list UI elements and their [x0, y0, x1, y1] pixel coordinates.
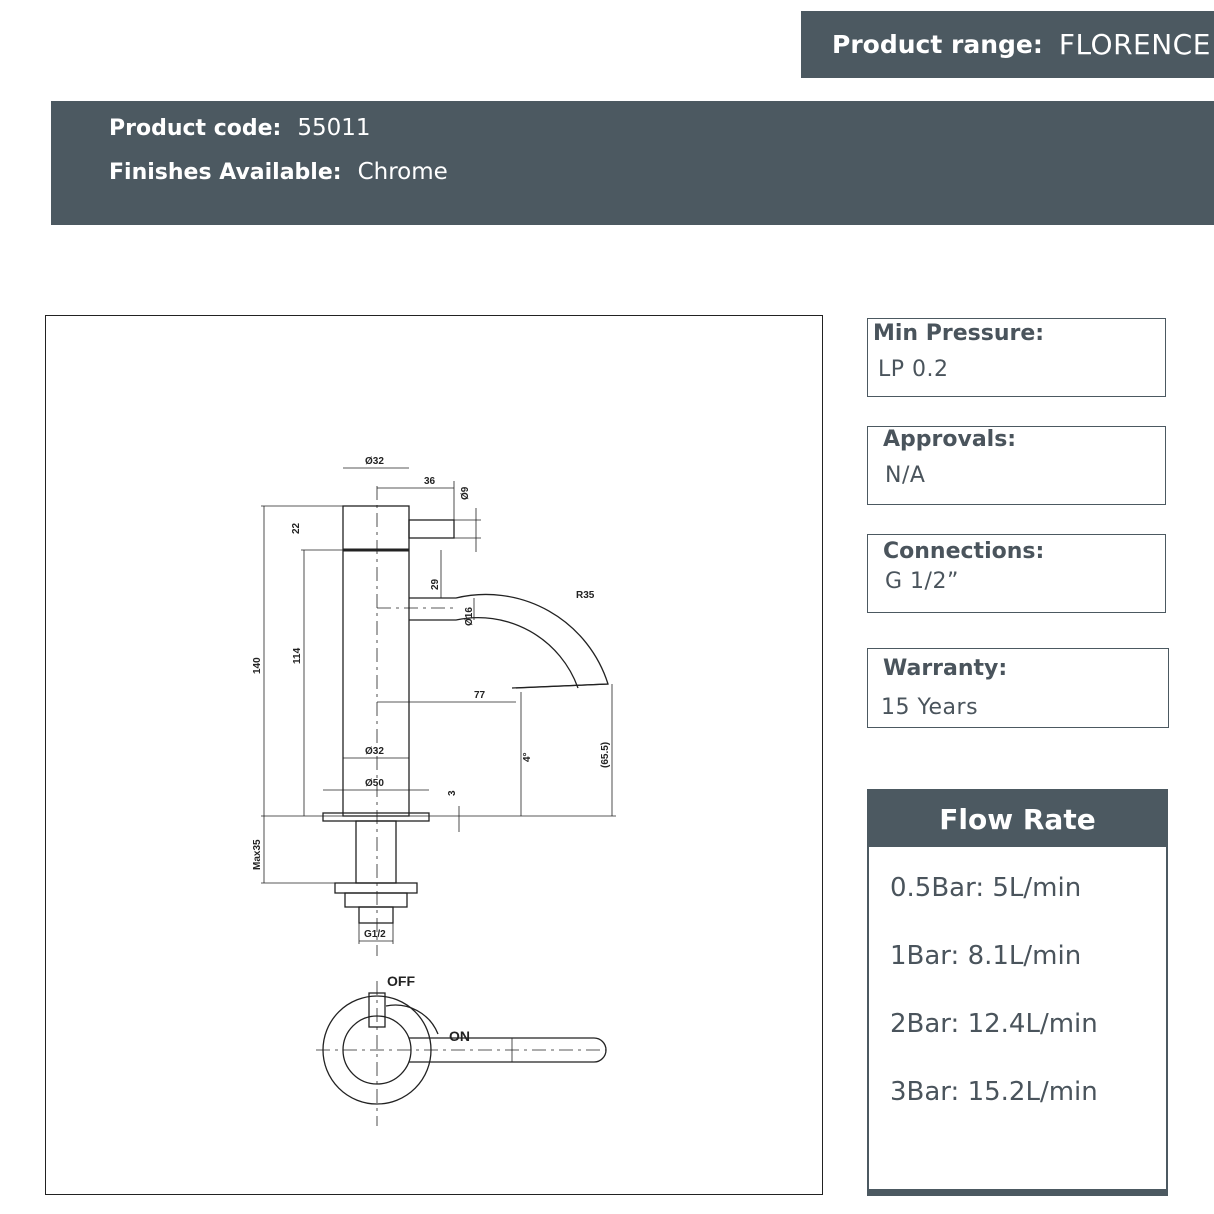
dim-d9: Ø9: [460, 486, 471, 500]
finishes-value: Chrome: [357, 159, 448, 185]
dim-d16: Ø16: [464, 607, 475, 626]
dim-d140: 140: [252, 657, 263, 674]
flow-rate-title: Flow Rate: [869, 791, 1166, 847]
flow-rate-row: 2Bar: 12.4L/min: [890, 1009, 1098, 1039]
dim-d655: (65.5): [600, 742, 611, 768]
dim-d29: 29: [430, 578, 441, 590]
dim-dmax35: Max35: [252, 839, 263, 870]
flow-rate-row: 0.5Bar: 5L/min: [890, 873, 1082, 903]
warranty-value: 15 Years: [881, 695, 979, 720]
finishes-label: Finishes Available:: [109, 160, 342, 185]
dim-d32-top: Ø32: [365, 456, 384, 467]
technical-drawing: Ø32 36 Ø9 22 29 Ø16 R35 140 114 77 4° (6…: [252, 456, 616, 1126]
approvals-box: Approvals: N/A: [867, 426, 1166, 505]
connections-label: Connections:: [883, 539, 1045, 564]
flow-rate-panel: Flow Rate 0.5Bar: 5L/min 1Bar: 8.1L/min …: [867, 789, 1168, 1196]
dim-d114: 114: [292, 647, 303, 664]
dim-g12: G1/2: [364, 929, 386, 940]
product-code-row: Product code: 55011: [109, 115, 371, 141]
dim-d4: 4°: [522, 752, 533, 762]
dim-r35: R35: [576, 590, 595, 601]
technical-drawing-frame: Ø32 36 Ø9 22 29 Ø16 R35 140 114 77 4° (6…: [45, 315, 823, 1195]
dim-d50: Ø50: [365, 778, 384, 789]
product-range-label: Product range:: [832, 30, 1043, 59]
dim-d22: 22: [291, 522, 302, 534]
approvals-value: N/A: [885, 463, 926, 488]
dim-d3: 3: [447, 790, 458, 796]
approvals-label: Approvals:: [883, 427, 1017, 452]
min-pressure-label: Min Pressure:: [873, 321, 1045, 346]
flow-rate-row: 1Bar: 8.1L/min: [890, 941, 1082, 971]
dim-d77: 77: [474, 690, 486, 701]
connections-value: G 1/2”: [885, 569, 959, 594]
dim-d32-mid: Ø32: [365, 746, 384, 757]
product-range-banner: Product range: FLORENCE: [801, 11, 1214, 78]
warranty-label: Warranty:: [883, 656, 1008, 681]
product-code-value: 55011: [297, 115, 371, 141]
min-pressure-value: LP 0.2: [878, 357, 949, 382]
flow-rate-footer-bar: [869, 1189, 1166, 1194]
flow-rate-row: 3Bar: 15.2L/min: [890, 1077, 1098, 1107]
off-label: OFF: [387, 973, 415, 989]
finishes-row: Finishes Available: Chrome: [109, 159, 448, 185]
product-range-value: FLORENCE: [1058, 28, 1211, 61]
min-pressure-box: Min Pressure: LP 0.2: [867, 318, 1166, 397]
on-label: ON: [449, 1028, 470, 1044]
product-header: Product code: 55011 Finishes Available: …: [51, 101, 1214, 225]
warranty-box: Warranty: 15 Years: [867, 648, 1169, 728]
dim-d36: 36: [424, 476, 436, 487]
product-code-label: Product code:: [109, 116, 282, 141]
connections-box: Connections: G 1/2”: [867, 534, 1166, 613]
